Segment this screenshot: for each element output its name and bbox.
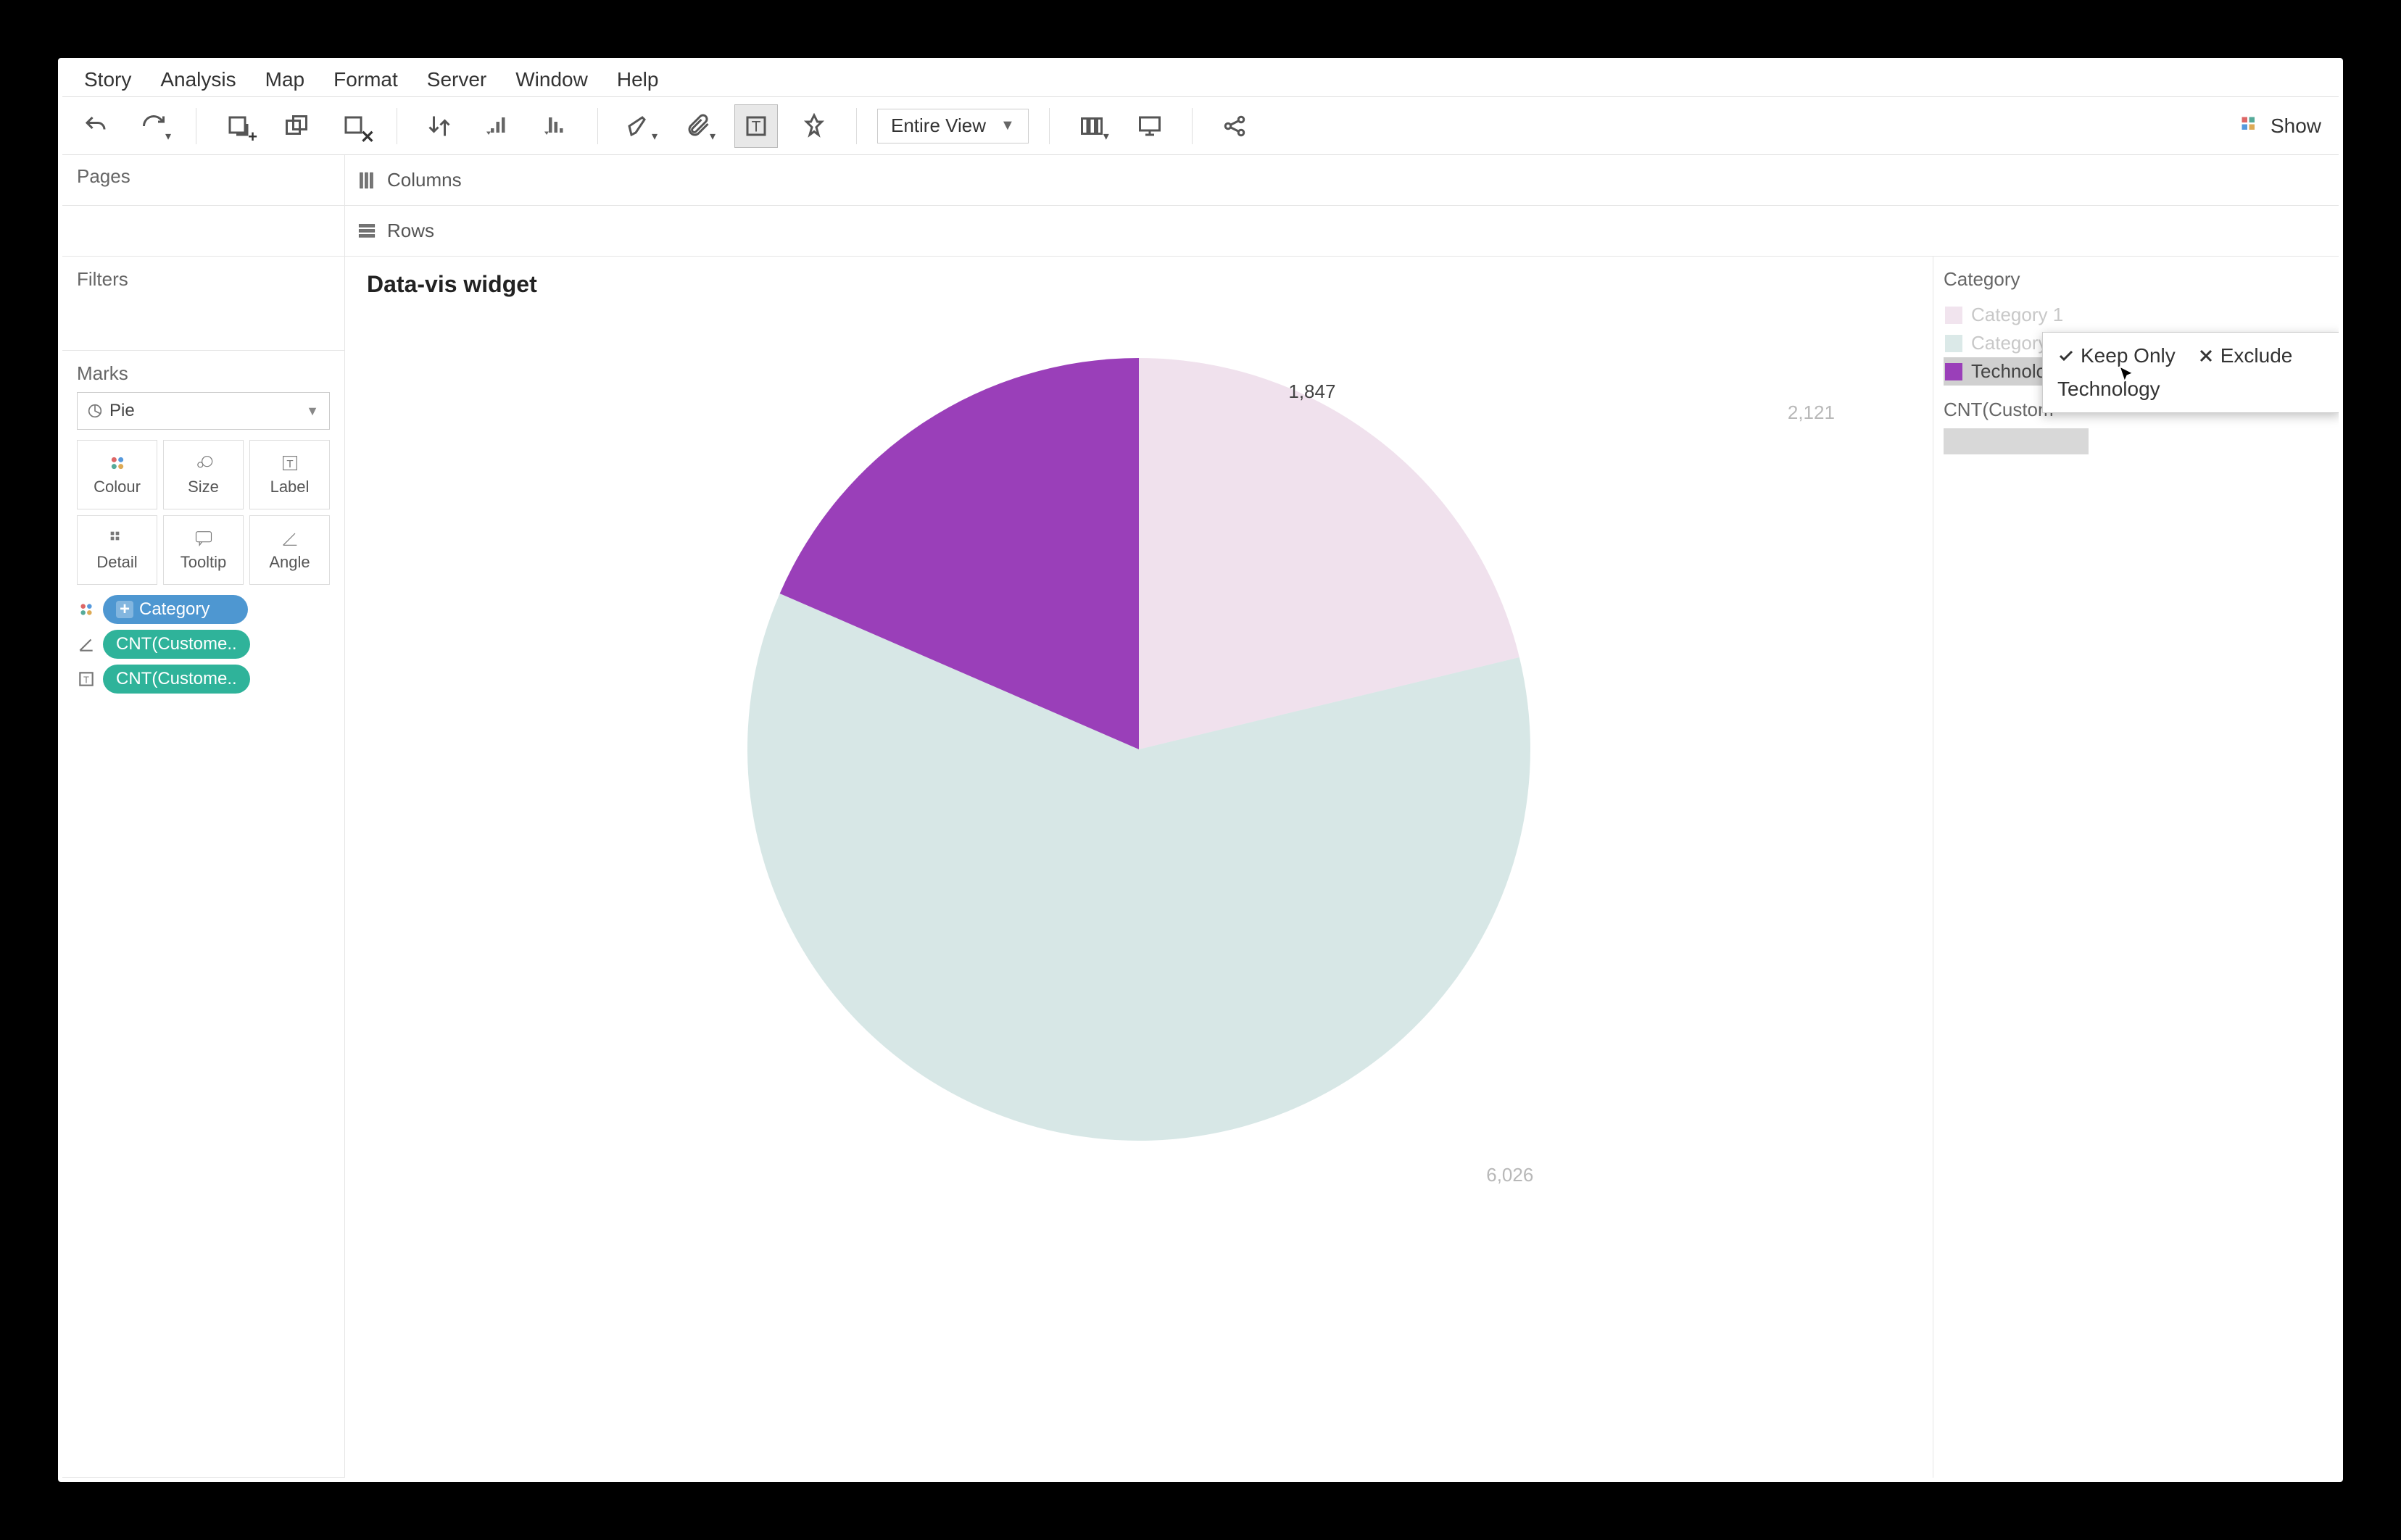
pie-chart[interactable] xyxy=(733,344,1545,1159)
keep-only-button[interactable]: Keep Only xyxy=(2057,344,2176,367)
tooltip-popover: Keep Only Exclude Technology xyxy=(2042,332,2339,413)
legend-panel: Category Category 1Category 2Technology … xyxy=(1933,257,2339,1478)
pill-cnt-angle[interactable]: CNT(Custome.. xyxy=(77,630,330,659)
labels-button[interactable]: T xyxy=(734,104,778,148)
pin-button[interactable] xyxy=(792,104,836,148)
plus-icon: + xyxy=(116,601,133,618)
rows-label: Rows xyxy=(387,220,434,242)
rows-shelf[interactable]: Rows xyxy=(345,206,2339,257)
menu-map[interactable]: Map xyxy=(265,68,304,91)
fit-dropdown-label: Entire View xyxy=(891,115,986,137)
sheet-title: Data-vis widget xyxy=(367,271,537,298)
check-icon xyxy=(2057,347,2075,365)
menu-server[interactable]: Server xyxy=(427,68,486,91)
cnt-customer-bar xyxy=(1944,428,2089,454)
size-icon xyxy=(194,453,214,473)
highlight-button[interactable]: ▾ xyxy=(618,104,662,148)
menu-format[interactable]: Format xyxy=(333,68,398,91)
tooltip-icon xyxy=(194,528,214,549)
menu-window[interactable]: Window xyxy=(515,68,588,91)
sort-asc-button[interactable] xyxy=(476,104,519,148)
mark-type-label: Pie xyxy=(109,401,135,421)
mark-type-select[interactable]: Pie ▼ xyxy=(77,392,330,430)
clear-button[interactable]: ✕ xyxy=(333,104,376,148)
angle-icon xyxy=(77,635,96,654)
swap-button[interactable] xyxy=(418,104,461,148)
legend-swatch xyxy=(1945,335,1962,352)
colour-icon xyxy=(77,600,96,619)
chevron-down-icon: ▼ xyxy=(1000,117,1015,134)
show-me-button[interactable]: Show xyxy=(2240,115,2327,138)
detail-icon xyxy=(107,528,128,549)
mark-tooltip[interactable]: Tooltip xyxy=(163,515,244,585)
legend-swatch xyxy=(1945,363,1962,380)
pill-cnt-label[interactable]: T CNT(Custome.. xyxy=(77,665,330,694)
mark-detail[interactable]: Detail xyxy=(77,515,157,585)
columns-icon xyxy=(357,170,377,191)
sidebar: Filters Marks Pie ▼ Colour xyxy=(62,257,345,1478)
svg-text:T: T xyxy=(83,674,89,685)
marks-title: Marks xyxy=(77,362,330,385)
mark-colour[interactable]: Colour xyxy=(77,440,157,509)
refresh-button[interactable]: ▾ xyxy=(132,104,175,148)
showme-icon xyxy=(2240,115,2262,137)
pill-category[interactable]: +Category xyxy=(77,595,330,624)
shelves: Pages Columns Rows xyxy=(62,155,2339,257)
mark-label[interactable]: T Label xyxy=(249,440,330,509)
show-cards-button[interactable]: ▾ xyxy=(1070,104,1114,148)
viz-canvas[interactable]: Data-vis widget 2,121 6,026 1,847 xyxy=(345,257,1933,1478)
label-icon: T xyxy=(280,453,300,473)
tooltip-value: Technology xyxy=(2057,378,2325,401)
presentation-button[interactable] xyxy=(1128,104,1172,148)
exclude-button[interactable]: Exclude xyxy=(2197,344,2293,367)
menu-bar: Story Analysis Map Format Server Window … xyxy=(62,62,2339,97)
filters-shelf[interactable]: Filters xyxy=(77,268,330,291)
legend-label: Category 1 xyxy=(1971,304,2063,326)
columns-label: Columns xyxy=(387,169,462,191)
legend-swatch xyxy=(1945,307,1962,324)
sort-desc-button[interactable] xyxy=(534,104,577,148)
menu-help[interactable]: Help xyxy=(617,68,659,91)
pie-icon xyxy=(88,404,102,418)
label-icon: T xyxy=(77,670,96,688)
new-worksheet-button[interactable]: + xyxy=(217,104,260,148)
svg-text:T: T xyxy=(286,458,293,470)
fit-dropdown[interactable]: Entire View ▼ xyxy=(877,109,1029,143)
undo-button[interactable] xyxy=(74,104,117,148)
mark-angle[interactable]: Angle xyxy=(249,515,330,585)
angle-icon xyxy=(280,528,300,549)
menu-analysis[interactable]: Analysis xyxy=(160,68,236,91)
toolbar: ▾ + ✕ ▾ ▾ T Entire View ▼ ▾ Show xyxy=(62,97,2339,155)
rows-icon xyxy=(357,221,377,241)
svg-text:T: T xyxy=(752,118,761,135)
close-icon xyxy=(2197,347,2215,365)
columns-shelf[interactable]: Columns xyxy=(345,155,2339,206)
menu-story[interactable]: Story xyxy=(84,68,131,91)
legend-item-category-1[interactable]: Category 1 xyxy=(1944,301,2329,329)
mark-size[interactable]: Size xyxy=(163,440,244,509)
share-button[interactable] xyxy=(1213,104,1256,148)
chevron-down-icon: ▼ xyxy=(306,404,319,419)
data-label: 6,026 xyxy=(1486,1164,1533,1186)
pages-shelf[interactable]: Pages xyxy=(62,155,345,206)
legend-title: Category xyxy=(1944,268,2329,291)
data-label: 2,121 xyxy=(1788,401,1835,424)
data-label: 1,847 xyxy=(1288,380,1335,403)
attach-button[interactable]: ▾ xyxy=(676,104,720,148)
show-me-label: Show xyxy=(2271,115,2321,138)
colour-icon xyxy=(107,453,128,473)
duplicate-button[interactable] xyxy=(275,104,318,148)
